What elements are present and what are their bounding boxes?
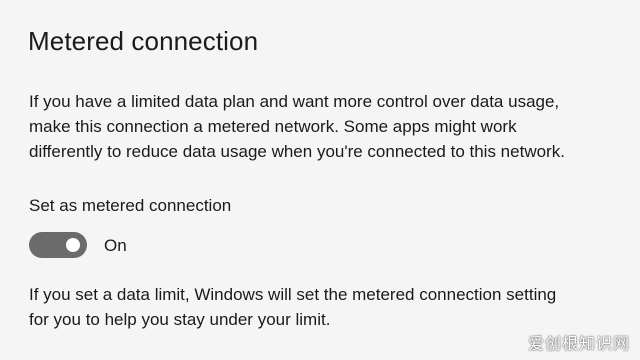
data-limit-note: If you set a data limit, Windows will se… (29, 282, 629, 332)
note-line: for you to help you stay under your limi… (29, 310, 331, 329)
toggle-state-text: On (104, 235, 127, 255)
metered-connection-settings-page: Metered connection If you have a limited… (0, 0, 640, 360)
note-line: If you set a data limit, Windows will se… (29, 285, 557, 304)
toggle-knob (66, 238, 80, 252)
description-line: differently to reduce data usage when yo… (29, 142, 565, 161)
metered-description: If you have a limited data plan and want… (29, 89, 629, 164)
metered-connection-toggle[interactable] (29, 232, 87, 258)
watermark-logo: 爱创根知识网 (527, 334, 630, 353)
metered-toggle-row: On (29, 230, 127, 260)
description-line: make this connection a metered network. … (29, 117, 517, 136)
description-line: If you have a limited data plan and want… (29, 92, 560, 111)
metered-toggle-label: Set as metered connection (29, 196, 232, 215)
page-title: Metered connection (28, 26, 259, 56)
